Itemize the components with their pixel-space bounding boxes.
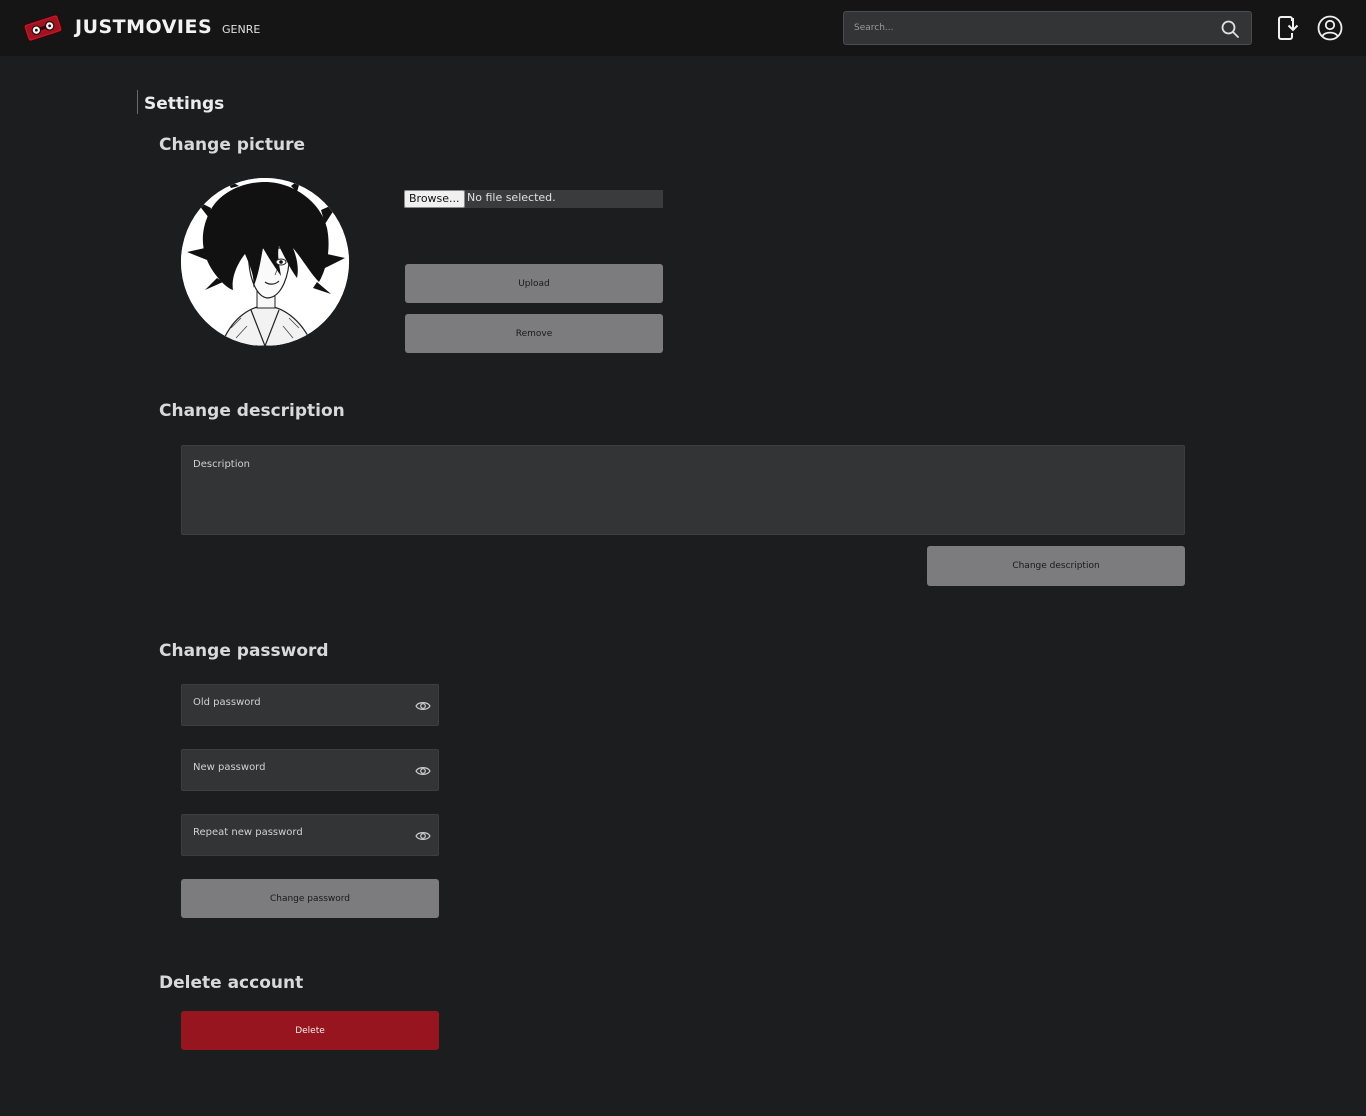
section-title-password: Change password xyxy=(159,641,329,661)
phone-download-icon[interactable] xyxy=(1276,15,1300,41)
avatar xyxy=(181,178,349,346)
new-password-field[interactable]: New password xyxy=(181,749,439,791)
description-label: Description xyxy=(193,459,250,470)
browse-button[interactable]: Browse... xyxy=(404,190,465,208)
search-icon[interactable] xyxy=(1220,19,1240,39)
nav-genre-link[interactable]: GENRE xyxy=(222,23,260,36)
avatar-image xyxy=(181,178,349,346)
old-password-label: Old password xyxy=(193,697,261,708)
section-title-delete: Delete account xyxy=(159,973,304,993)
brand-name[interactable]: JUSTMOVIES xyxy=(75,16,212,38)
eye-icon[interactable] xyxy=(415,764,431,778)
page-title: Settings xyxy=(144,94,225,114)
account-circle-icon[interactable] xyxy=(1317,15,1343,41)
old-password-field[interactable]: Old password xyxy=(181,684,439,726)
film-reel-logo-icon[interactable] xyxy=(22,11,64,45)
remove-button[interactable]: Remove xyxy=(405,314,663,353)
top-navbar: JUSTMOVIES GENRE xyxy=(0,0,1366,56)
upload-button[interactable]: Upload xyxy=(405,264,663,303)
file-input[interactable]: Browse... No file selected. xyxy=(404,190,663,208)
section-title-picture: Change picture xyxy=(159,135,305,155)
change-password-button[interactable]: Change password xyxy=(181,879,439,918)
eye-icon[interactable] xyxy=(415,699,431,713)
change-description-button[interactable]: Change description xyxy=(927,546,1185,586)
page-title-wrap: Settings xyxy=(137,90,224,114)
eye-icon[interactable] xyxy=(415,829,431,843)
file-status-text: No file selected. xyxy=(467,191,556,204)
repeat-password-field[interactable]: Repeat new password xyxy=(181,814,439,856)
section-title-description: Change description xyxy=(159,401,345,421)
search-input[interactable] xyxy=(844,12,1204,44)
new-password-label: New password xyxy=(193,762,266,773)
search-box xyxy=(843,11,1252,45)
repeat-password-label: Repeat new password xyxy=(193,827,303,838)
delete-account-button[interactable]: Delete xyxy=(181,1011,439,1050)
description-textarea[interactable]: Description xyxy=(181,445,1185,535)
